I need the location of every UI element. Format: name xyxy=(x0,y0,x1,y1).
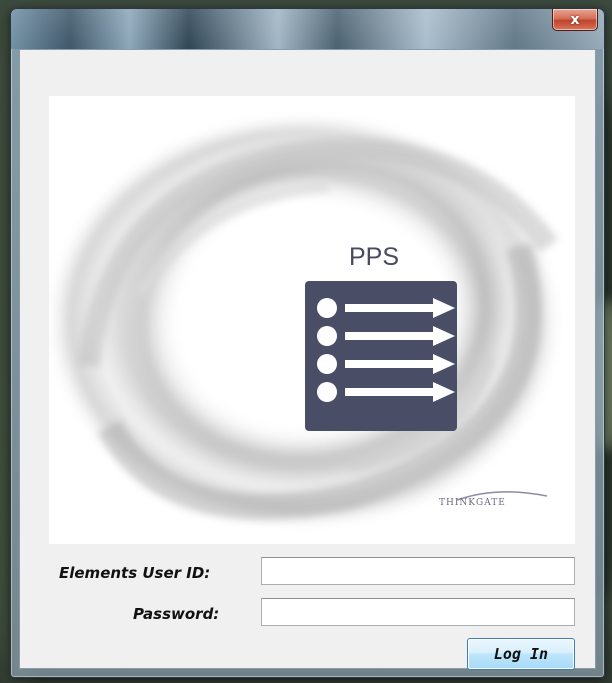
close-button[interactable]: x xyxy=(552,9,598,31)
list-arrows-icon xyxy=(305,281,457,431)
password-input[interactable] xyxy=(261,598,575,626)
app-title: PPS xyxy=(349,243,400,271)
close-icon: x xyxy=(570,11,580,28)
password-label: Password: xyxy=(133,605,220,623)
login-button-label: Log In xyxy=(493,645,549,663)
user-id-label: Elements User ID: xyxy=(59,564,211,582)
user-id-input[interactable] xyxy=(261,557,575,585)
title-bar[interactable]: x xyxy=(11,9,604,49)
login-dialog: x PPS THINKGATE Elements User ID: Passwo… xyxy=(10,8,605,678)
vendor-logo-text: THINKGATE xyxy=(439,498,506,508)
login-button[interactable]: Log In xyxy=(467,638,575,670)
splash-image: PPS THINKGATE xyxy=(49,96,575,544)
